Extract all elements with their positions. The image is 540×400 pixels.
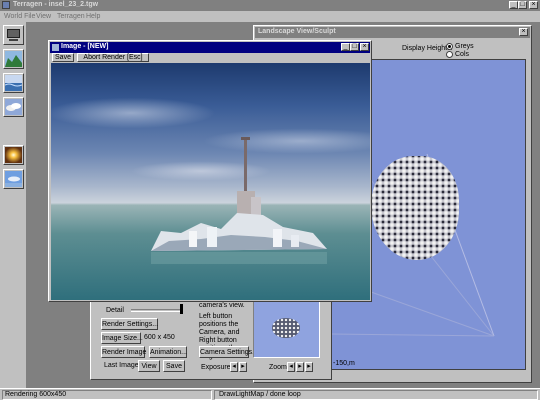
render-control-panel: Detail Render Settings... Image Size... … — [90, 296, 332, 380]
zoom-label: Zoom — [269, 364, 287, 371]
water-tool[interactable] — [3, 73, 24, 93]
last-image-label: Last Image: — [104, 362, 141, 369]
detail-slider[interactable] — [131, 309, 183, 312]
status-left-panel: Rendering 600x450 — [2, 390, 212, 400]
greys-label: Greys — [455, 43, 474, 50]
image-size-button[interactable]: Image Size... — [101, 332, 143, 344]
sun-tool[interactable] — [3, 145, 24, 165]
image-title: Image - [NEW] — [61, 43, 109, 50]
menu-view[interactable]: View — [36, 13, 51, 20]
minimize-button[interactable]: _ — [509, 1, 518, 9]
abort-render-button[interactable]: Abort Render [Esc] — [77, 53, 149, 62]
cols-radio[interactable] — [446, 51, 453, 58]
app-title: Terragen - insel_23_2.tgw — [13, 1, 99, 8]
monitor-icon — [7, 29, 20, 38]
exposure-up-button[interactable]: ▸ — [239, 362, 247, 372]
close-button[interactable]: × — [529, 1, 538, 9]
clouds-icon — [5, 99, 22, 115]
save-last-image-button[interactable]: Save — [163, 360, 185, 372]
landscape-title: Landscape View/Sculpt — [258, 28, 336, 35]
camera-settings-button[interactable]: Camera Settings... — [199, 346, 258, 358]
clouds-tool[interactable] — [3, 97, 24, 117]
atmosphere-icon — [5, 171, 22, 187]
render-settings-button[interactable]: Render Settings... — [101, 318, 158, 330]
display-heights-label: Display Heights: — [402, 45, 453, 52]
status-bar: Rendering 600x450 DrawLightMap / done lo… — [0, 388, 540, 400]
landscape-titlebar: Landscape View/Sculpt × — [255, 27, 530, 38]
menu-world-file[interactable]: World File — [4, 13, 35, 20]
zoom-down-button[interactable]: ◂ — [287, 362, 295, 372]
coord-label: -150,m — [333, 360, 355, 367]
greys-radio[interactable] — [446, 43, 453, 50]
menu-bar: World File View Terragen Help — [0, 11, 540, 22]
island-city-rendering — [151, 137, 327, 264]
atmosphere-tool[interactable] — [3, 169, 24, 189]
status-left-text: Rendering 600x450 — [5, 391, 67, 398]
zoom-up-button[interactable]: ▸ — [296, 362, 304, 372]
view-last-image-button[interactable]: View — [138, 360, 160, 372]
cols-label: Cols — [455, 51, 470, 58]
detail-slider-thumb[interactable] — [180, 304, 183, 314]
image-window: Image - [NEW] _ □ × Save Abort Render [E… — [48, 40, 372, 302]
landscape-close-button[interactable]: × — [519, 28, 528, 36]
app-titlebar: Terragen - insel_23_2.tgw _ □ × — [0, 0, 540, 11]
exposure-down-button[interactable]: ◂ — [230, 362, 238, 372]
menu-help[interactable]: Help — [86, 13, 100, 20]
exposure-label: Exposure — [201, 364, 231, 371]
left-toolbar — [0, 22, 27, 388]
image-maximize-button[interactable]: □ — [350, 43, 359, 51]
image-size-value: 600 x 450 — [144, 334, 175, 341]
image-minimize-button[interactable]: _ — [341, 43, 350, 51]
zoom-extra-button[interactable]: ▸ — [305, 362, 313, 372]
monitor-stand-icon — [9, 39, 18, 41]
image-save-button[interactable]: Save — [52, 53, 74, 62]
image-titlebar: Image - [NEW] _ □ × — [50, 42, 370, 53]
image-close-button[interactable]: × — [360, 43, 369, 51]
sun-icon — [5, 147, 22, 163]
image-window-icon — [52, 44, 59, 51]
landscape-tool[interactable] — [3, 49, 24, 69]
water-icon — [5, 75, 22, 91]
app-icon — [2, 1, 10, 9]
detail-label: Detail — [106, 307, 124, 314]
render-image-button[interactable]: Render Image — [101, 346, 146, 358]
landscape-icon — [5, 51, 22, 67]
rendering-control-tool[interactable] — [3, 25, 24, 45]
status-right-text: DrawLightMap / done loop — [219, 391, 301, 398]
camera-preview[interactable] — [253, 301, 320, 358]
status-right-panel: DrawLightMap / done loop — [214, 390, 538, 400]
radio-dot-icon — [448, 45, 451, 48]
maximize-button[interactable]: □ — [518, 1, 527, 9]
preview-island — [272, 318, 300, 338]
rendered-image — [51, 63, 370, 300]
animation-button[interactable]: Animation... — [149, 346, 187, 358]
menu-terragen[interactable]: Terragen — [57, 13, 85, 20]
camera-text-1: camera's view. — [199, 302, 245, 309]
island-terrain — [371, 156, 459, 260]
